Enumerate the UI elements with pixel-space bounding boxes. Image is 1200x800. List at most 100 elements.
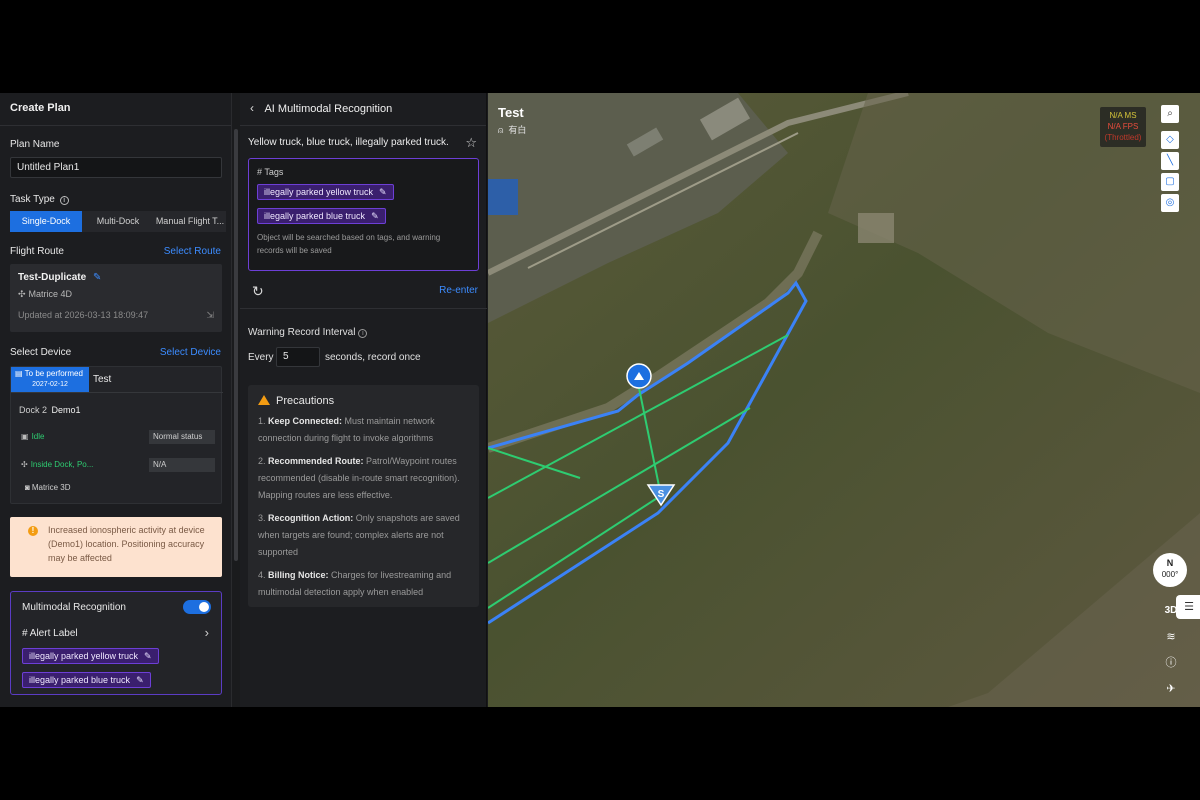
route-name: Test-Duplicate ✎ xyxy=(18,272,102,283)
precaution-item: 4. Billing Notice: Charges for livestrea… xyxy=(258,570,452,597)
signal-icon[interactable]: ≋ xyxy=(1160,627,1182,647)
plan-name-input[interactable]: Untitled Plan1 xyxy=(10,157,222,178)
precaution-item: 2. Recommended Route: Patrol/Waypoint ro… xyxy=(258,456,460,500)
aircraft-status-value: N/A xyxy=(149,458,215,472)
edit-icon[interactable]: ✎ xyxy=(379,187,387,197)
precautions-box: Precautions 1. Keep Connected: Must main… xyxy=(248,385,479,607)
line-tool-icon[interactable]: ╲ xyxy=(1161,152,1179,170)
panel-title: Create Plan xyxy=(0,93,231,126)
warning-icon: ! xyxy=(28,526,38,536)
info-icon[interactable]: i xyxy=(358,329,368,338)
compass-icon[interactable]: N 000° xyxy=(1153,553,1187,587)
aircraft-model: ◙ Matrice 3D xyxy=(25,483,71,492)
map-toolbar: ⌕ ◇ ╲ ▢ ◎ xyxy=(1161,105,1181,215)
map-title: Test xyxy=(498,105,524,120)
scrollbar[interactable] xyxy=(234,129,238,561)
airplane-icon[interactable]: ✈ xyxy=(1160,679,1182,699)
map-canvas[interactable]: S xyxy=(488,93,1200,707)
camera-icon: ◙ xyxy=(25,483,30,492)
info-icon[interactable]: ⓘ xyxy=(1160,653,1182,673)
refresh-icon[interactable]: ↻ xyxy=(252,283,264,300)
flight-route-label: Flight Route xyxy=(10,246,64,257)
route-updated: Updated at 2026-03-13 18:09:47 ⇲ xyxy=(18,310,214,320)
search-icon[interactable]: ⌕ xyxy=(1161,105,1179,123)
aircraft-status-row: ✣ Inside Dock, Po... N/A xyxy=(19,458,215,472)
task-type-label: Task Type i xyxy=(10,194,69,205)
alert-tag[interactable]: illegally parked blue truck ✎ xyxy=(22,672,151,688)
aircraft-status: ✣ Inside Dock, Po... xyxy=(21,460,94,469)
panel-header: ‹ AI Multimodal Recognition xyxy=(240,93,486,126)
multimodal-title: Multimodal Recognition xyxy=(22,602,126,613)
route-map-icon: ⇲ xyxy=(206,310,214,320)
recognition-tag[interactable]: illegally parked yellow truck ✎ xyxy=(257,184,394,200)
satellite-map[interactable]: S Test ⍝ 有白 N/A MS N/A FPS (Throttled) ⌕ … xyxy=(488,93,1200,707)
device-tab-test[interactable]: Test xyxy=(93,374,111,385)
device-card: ▤ To be performed 2027-02-12 Test Dock 2… xyxy=(10,366,223,504)
task-type-tabs: Single-Dock Multi-Dock Manual Flight T..… xyxy=(10,211,226,232)
circle-tool-icon[interactable]: ◎ xyxy=(1161,194,1179,212)
interval-label: Warning Record Interval i xyxy=(248,327,368,338)
svg-text:S: S xyxy=(658,489,665,500)
fps-text: N/A FPS xyxy=(1107,122,1139,131)
select-device-link[interactable]: Select Device xyxy=(160,347,221,358)
recognition-tag[interactable]: illegally parked blue truck ✎ xyxy=(257,208,386,224)
reenter-link[interactable]: Re-enter xyxy=(439,285,478,296)
edit-icon[interactable]: ✎ xyxy=(144,651,152,661)
edit-icon[interactable]: ✎ xyxy=(136,675,144,685)
user-icon: ⍝ xyxy=(498,125,504,135)
divider xyxy=(11,392,223,393)
tags-title: # Tags xyxy=(257,167,284,177)
every-label: Every xyxy=(248,352,274,363)
dock-status-value: Normal status xyxy=(149,430,215,444)
select-device-label: Select Device xyxy=(10,347,72,358)
alert-label: # Alert Label xyxy=(22,628,78,639)
device-status-badge[interactable]: ▤ To be performed 2027-02-12 xyxy=(11,367,89,392)
create-plan-panel: Create Plan Plan Name Untitled Plan1 Tas… xyxy=(0,93,238,707)
map-subtitle: ⍝ 有白 xyxy=(498,125,527,135)
multimodal-toggle[interactable] xyxy=(183,600,211,614)
drone-icon: ✣ xyxy=(18,289,26,299)
dock-status-row: ▣ Idle Normal status xyxy=(19,430,215,444)
route-card[interactable]: Test-Duplicate ✎ ✣ Matrice 4D Updated at … xyxy=(10,264,222,332)
tags-note: Object will be searched based on tags, a… xyxy=(257,233,441,255)
dock-status: ▣ Idle xyxy=(21,432,45,441)
star-icon[interactable]: ☆ xyxy=(465,135,477,151)
drone-icon: ✣ xyxy=(21,460,28,469)
ai-recognition-panel: ‹ AI Multimodal Recognition Yellow truck… xyxy=(240,93,487,707)
edit-icon[interactable]: ✎ xyxy=(371,211,379,221)
dock-row: Dock 2 Demo1 xyxy=(19,405,81,415)
interval-suffix: seconds, record once xyxy=(325,352,421,363)
prompt-text: Yellow truck, blue truck, illegally park… xyxy=(248,135,477,151)
edit-icon[interactable]: ✎ xyxy=(93,272,101,283)
chevron-right-icon[interactable]: › xyxy=(205,625,209,640)
tab-manual-flight[interactable]: Manual Flight T... xyxy=(154,211,226,232)
precaution-item: 3. Recognition Action: Only snapshots ar… xyxy=(258,513,460,557)
plan-name-label: Plan Name xyxy=(10,139,60,150)
3d-toggle-button[interactable]: 3D xyxy=(1160,601,1182,621)
interval-input[interactable]: 5 xyxy=(276,347,320,367)
precaution-item: 1. Keep Connected: Must maintain network… xyxy=(258,416,435,443)
info-icon[interactable]: i xyxy=(59,196,69,205)
select-route-link[interactable]: Select Route xyxy=(164,246,221,257)
compound xyxy=(858,213,894,243)
alert-tag[interactable]: illegally parked yellow truck ✎ xyxy=(22,648,159,664)
tab-multi-dock[interactable]: Multi-Dock xyxy=(82,211,154,232)
multimodal-card: Multimodal Recognition # Alert Label › i… xyxy=(10,591,222,695)
clipboard-icon: ▤ xyxy=(15,369,23,378)
app-window: Create Plan Plan Name Untitled Plan1 Tas… xyxy=(0,93,1200,707)
precautions-title: Precautions xyxy=(258,395,471,407)
route-model: ✣ Matrice 4D xyxy=(18,289,73,299)
blue-roof-building xyxy=(488,179,518,215)
pin-icon[interactable]: ◇ xyxy=(1161,131,1179,149)
chevron-left-icon[interactable]: ‹ xyxy=(250,101,254,115)
tags-box: # Tags illegally parked yellow truck ✎ il… xyxy=(248,158,479,271)
stream-stats: N/A MS N/A FPS (Throttled) xyxy=(1100,107,1146,147)
divider xyxy=(240,308,487,309)
latency-text: N/A MS xyxy=(1109,111,1137,120)
warning-icon xyxy=(258,395,270,405)
dock-icon: ▣ xyxy=(21,432,29,441)
polygon-tool-icon[interactable]: ▢ xyxy=(1161,173,1179,191)
panel-title: AI Multimodal Recognition xyxy=(264,103,393,115)
interval-row: Every 5 seconds, record once xyxy=(248,347,478,369)
tab-single-dock[interactable]: Single-Dock xyxy=(10,211,82,232)
